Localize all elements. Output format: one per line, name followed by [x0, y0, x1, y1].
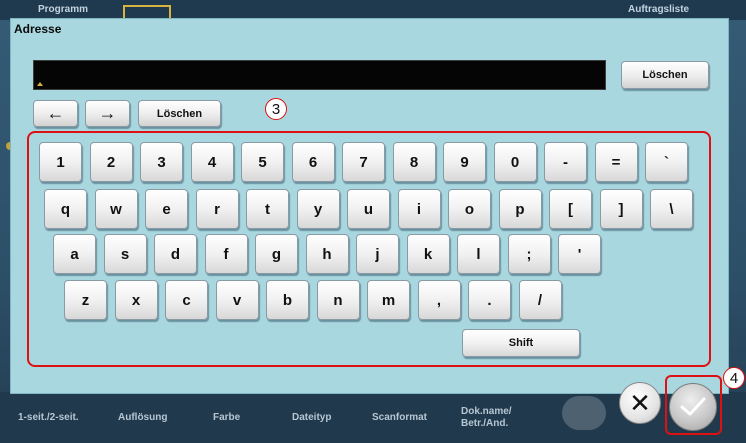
key-row3-1[interactable]: s: [103, 234, 147, 274]
bottom-item-duplex: 1-seit./2-seit.: [18, 412, 79, 423]
bottom-item-docname: Dok.name/ Betr./And.: [461, 406, 512, 429]
checkmark-icon: [680, 397, 706, 416]
key-row2-4[interactable]: t: [246, 189, 289, 229]
shift-key[interactable]: Shift: [462, 329, 580, 357]
key-row1-2[interactable]: 3: [140, 142, 183, 182]
cursor-right-button[interactable]: →: [85, 100, 130, 127]
key-row4-2[interactable]: c: [165, 280, 208, 320]
key-row4-4[interactable]: b: [266, 280, 309, 320]
key-row3-0[interactable]: a: [53, 234, 96, 274]
key-row2-1[interactable]: w: [94, 189, 138, 229]
bottom-item-color: Farbe: [213, 412, 241, 423]
key-row3-3[interactable]: f: [204, 234, 248, 274]
ok-button[interactable]: [669, 383, 717, 431]
key-row3-6[interactable]: j: [356, 234, 399, 274]
key-row4-3[interactable]: v: [215, 280, 259, 320]
key-row1-10[interactable]: -: [544, 142, 587, 182]
key-row2-8[interactable]: o: [448, 189, 491, 229]
key-row4-9[interactable]: /: [518, 280, 562, 320]
key-row1-5[interactable]: 6: [291, 142, 335, 182]
bottom-item-filetype: Dateityp: [292, 412, 332, 423]
key-row2-2[interactable]: e: [145, 189, 188, 229]
key-row3-7[interactable]: k: [406, 234, 450, 274]
callout-4: 4: [723, 367, 745, 389]
callout-3: 3: [265, 98, 287, 120]
close-button[interactable]: ✕: [619, 382, 661, 424]
address-input[interactable]: [33, 60, 606, 90]
bottom-item-scanformat: Scanformat: [372, 412, 428, 423]
key-row1-3[interactable]: 4: [190, 142, 234, 182]
cursor-marker-icon: [37, 82, 43, 86]
key-row1-11[interactable]: =: [594, 142, 638, 182]
key-row2-0[interactable]: q: [44, 189, 87, 229]
bottom-pill-button: [562, 396, 606, 430]
key-row3-4[interactable]: g: [255, 234, 298, 274]
key-row2-10[interactable]: [: [549, 189, 592, 229]
key-row1-9[interactable]: 0: [493, 142, 537, 182]
key-row2-5[interactable]: y: [296, 189, 340, 229]
clear-all-button[interactable]: Löschen: [621, 61, 709, 89]
key-row4-7[interactable]: ,: [417, 280, 461, 320]
key-row1-4[interactable]: 5: [241, 142, 284, 182]
key-row4-6[interactable]: m: [367, 280, 410, 320]
key-row2-3[interactable]: r: [195, 189, 239, 229]
key-row1-6[interactable]: 7: [342, 142, 385, 182]
key-row2-7[interactable]: i: [397, 189, 441, 229]
arrow-right-icon: →: [98, 103, 117, 123]
bottom-item-resolution: Auflösung: [118, 412, 168, 423]
key-row3-10[interactable]: ': [558, 234, 601, 274]
tab-auftragsliste: Auftragsliste: [628, 4, 690, 15]
key-row3-8[interactable]: l: [457, 234, 500, 274]
key-row3-9[interactable]: ;: [507, 234, 551, 274]
cursor-left-button[interactable]: ←: [33, 100, 78, 127]
key-row2-12[interactable]: \: [650, 189, 693, 229]
key-row3-5[interactable]: h: [305, 234, 349, 274]
key-row2-9[interactable]: p: [498, 189, 542, 229]
key-row4-8[interactable]: .: [468, 280, 511, 320]
key-row2-6[interactable]: u: [347, 189, 390, 229]
tab-programm: Programm: [38, 4, 89, 15]
dialog-title: Adresse: [14, 22, 62, 36]
key-row1-8[interactable]: 9: [443, 142, 486, 182]
key-row4-1[interactable]: x: [114, 280, 158, 320]
key-row1-0[interactable]: 1: [39, 142, 82, 182]
key-row3-2[interactable]: d: [154, 234, 197, 274]
key-row1-12[interactable]: `: [645, 142, 688, 182]
key-row4-0[interactable]: z: [64, 280, 107, 320]
key-row1-7[interactable]: 8: [392, 142, 436, 182]
key-row1-1[interactable]: 2: [89, 142, 133, 182]
arrow-left-icon: ←: [46, 103, 65, 123]
backspace-button[interactable]: Löschen: [138, 100, 221, 127]
close-icon: ✕: [629, 387, 651, 418]
key-row2-11[interactable]: ]: [599, 189, 643, 229]
key-row4-5[interactable]: n: [316, 280, 360, 320]
